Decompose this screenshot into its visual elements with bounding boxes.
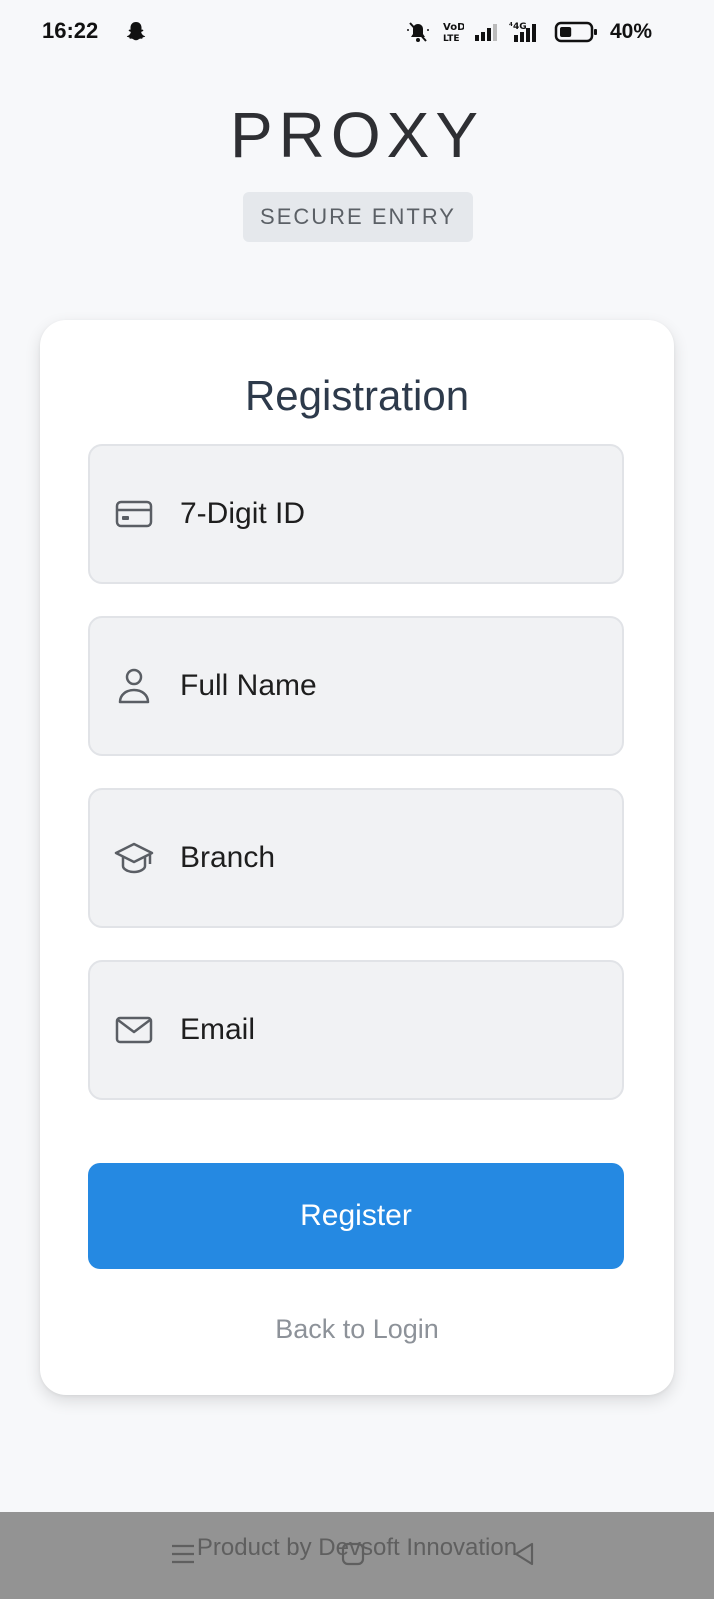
email-placeholder: Email — [180, 1013, 256, 1046]
brand-title: PROXY — [229, 99, 485, 171]
svg-text:VoD: VoD — [443, 22, 464, 33]
footer-credit: Product by Devsoft Innovation — [196, 1534, 518, 1561]
form-title: Registration — [244, 372, 470, 419]
back-to-login-link[interactable]: Back to Login — [40, 1314, 674, 1345]
4g-signal-icon: ⁴4G — [508, 20, 544, 44]
secure-entry-badge: SECURE ENTRY — [243, 192, 473, 242]
register-button[interactable]: Register — [88, 1163, 624, 1269]
user-icon — [114, 666, 154, 706]
volte-icon: VoD LTE — [442, 20, 464, 44]
full-name-placeholder: Full Name — [180, 669, 317, 702]
snapchat-icon — [124, 20, 148, 44]
status-icons: VoD LTE ⁴4G 40% — [404, 18, 652, 46]
mail-icon — [114, 1010, 154, 1050]
battery-icon — [554, 20, 598, 44]
signal-icon — [474, 22, 498, 42]
branch-placeholder: Branch — [180, 841, 276, 874]
id-card-icon — [114, 494, 154, 534]
id-field[interactable]: 7-Digit ID — [88, 444, 624, 584]
mute-icon — [404, 20, 432, 44]
full-name-field[interactable]: Full Name — [88, 616, 624, 756]
status-bar: 16:22 VoD LTE ⁴4G 40% — [0, 0, 714, 64]
id-field-placeholder: 7-Digit ID — [180, 497, 306, 530]
svg-text:⁴4G: ⁴4G — [509, 22, 527, 32]
graduation-cap-icon — [114, 838, 154, 878]
system-nav-bar: Product by Devsoft Innovation — [0, 1512, 714, 1599]
battery-percentage: 40% — [609, 20, 652, 43]
branch-field[interactable]: Branch — [88, 788, 624, 928]
svg-text:LTE: LTE — [443, 34, 460, 44]
email-field[interactable]: Email — [88, 960, 624, 1100]
status-time: 16:22 — [42, 18, 99, 43]
registration-card: Registration 7-Digit ID Full Name Branch… — [40, 320, 674, 1395]
